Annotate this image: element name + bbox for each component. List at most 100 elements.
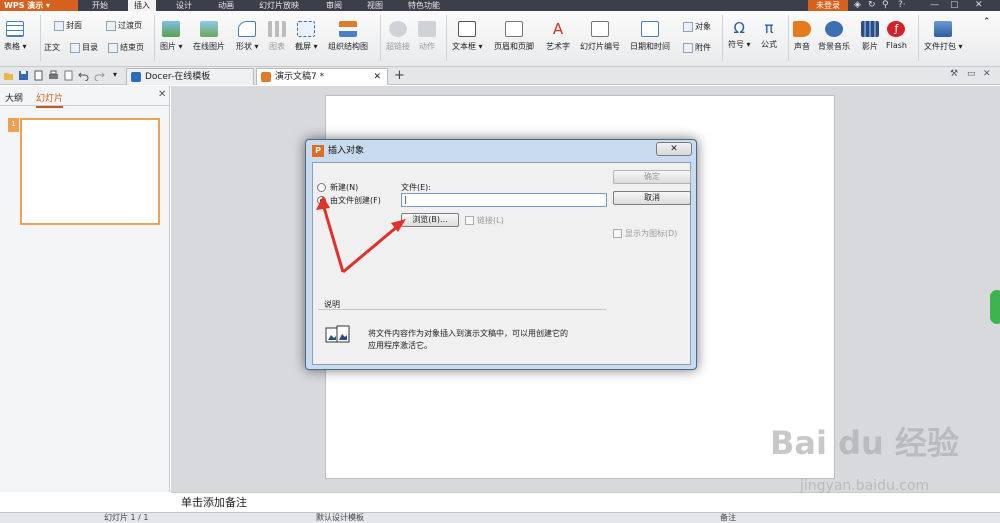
action-label: 动作 xyxy=(419,42,435,51)
tab-home[interactable]: 开始 xyxy=(92,0,108,11)
dialog-close-button[interactable]: ✕ xyxy=(656,142,692,156)
description-line-2: 应用程序激活它。 xyxy=(368,341,432,350)
wordart-icon: A xyxy=(552,20,564,38)
create-from-file-label[interactable]: 由文件创建(F) xyxy=(330,195,381,206)
undo-icon[interactable] xyxy=(78,70,89,81)
flash-button[interactable]: ƒ Flash xyxy=(886,21,907,50)
object-button[interactable]: 对象 xyxy=(683,21,711,32)
transition-icon xyxy=(106,20,116,31)
smartart-button[interactable]: 组织结构图 xyxy=(328,21,368,52)
close-tab-icon[interactable]: ✕ xyxy=(373,69,381,85)
symbol-button[interactable]: Ω 符号 ▾ xyxy=(728,19,751,50)
create-new-label[interactable]: 新建(N) xyxy=(330,182,358,193)
insert-object-dialog: P 插入对象 ✕ 新建(N) 由文件创建(F) 文件(E): | 浏览(B)..… xyxy=(305,139,697,370)
end-page-button[interactable]: 结束页 xyxy=(108,42,144,53)
tab-outline[interactable]: 大纲 xyxy=(5,91,23,104)
collapse-ribbon-icon[interactable]: ⌃ xyxy=(983,17,991,27)
embedded-object-icon xyxy=(325,325,350,343)
restore-icon[interactable]: ▢ xyxy=(950,0,959,11)
screenshot-label: 截屏 xyxy=(295,42,311,51)
slide-thumbnail[interactable] xyxy=(20,118,160,225)
action-button[interactable]: 动作 xyxy=(418,21,436,52)
end-label: 结束页 xyxy=(120,43,144,52)
help-icon[interactable]: ?· xyxy=(898,0,906,11)
radio-create-from-file[interactable] xyxy=(317,196,326,205)
skin-icon[interactable]: ◈ xyxy=(854,0,861,11)
music-icon xyxy=(825,21,843,37)
wordart-button[interactable]: A 艺术字 xyxy=(546,21,570,52)
slide-number-icon xyxy=(591,21,609,37)
tab-tools-icon[interactable]: ⚒ xyxy=(950,69,958,79)
close-app-icon[interactable]: ✕ xyxy=(975,0,983,11)
tab-special[interactable]: 特色功能 xyxy=(408,0,440,11)
hyperlink-button[interactable]: 超链接 xyxy=(386,21,410,52)
doc-tab-presentation[interactable]: 演示文稿7 * ✕ xyxy=(256,68,388,85)
header-footer-icon xyxy=(505,21,523,37)
film-icon xyxy=(861,21,879,37)
dialog-body: 新建(N) 由文件创建(F) 文件(E): | 浏览(B)... 链接(L) 确… xyxy=(312,162,691,365)
cover-icon xyxy=(54,20,64,31)
textbox-button[interactable]: 文本框 ▾ xyxy=(452,21,483,52)
tab-review[interactable]: 审阅 xyxy=(326,0,342,11)
tab-view[interactable]: 视图 xyxy=(367,0,383,11)
radio-create-new[interactable] xyxy=(317,183,326,192)
tab-close-icon[interactable]: ✕ xyxy=(983,69,991,79)
tab-animation[interactable]: 动画 xyxy=(218,0,234,11)
minimize-icon[interactable]: — xyxy=(930,0,939,11)
chart-button[interactable]: 图表 xyxy=(268,21,286,52)
doc-tab-label: Docer-在线模板 xyxy=(145,72,211,82)
attachment-button[interactable]: 附件 xyxy=(683,42,711,53)
open-icon[interactable] xyxy=(3,70,14,81)
display-as-icon-checkbox[interactable] xyxy=(613,229,622,238)
file-path-input[interactable]: | xyxy=(401,193,607,207)
status-bar: 幻灯片 1 / 1 默认设计模板 备注 xyxy=(0,512,1000,523)
redo-icon[interactable] xyxy=(94,70,105,81)
export-icon[interactable] xyxy=(63,70,74,81)
link-label: 链接(L) xyxy=(477,216,504,225)
slide-number-button[interactable]: 幻灯片编号 xyxy=(580,21,620,52)
link-checkbox[interactable] xyxy=(465,216,474,225)
app-menu-button[interactable]: WPS 演示 ▾ xyxy=(0,0,78,11)
side-helper-tab[interactable] xyxy=(990,290,1000,324)
notes-toggle[interactable]: 备注 xyxy=(720,513,736,523)
ok-button[interactable]: 确定 xyxy=(613,170,691,184)
symbol-label: 符号 xyxy=(728,40,744,49)
slide-number: 1 xyxy=(8,118,19,132)
datetime-button[interactable]: 日期和时间 xyxy=(630,21,670,52)
table-button[interactable]: 表格 ▾ xyxy=(4,21,27,52)
new-tab-icon[interactable]: + xyxy=(394,68,405,83)
tab-slides[interactable]: 幻灯片 xyxy=(36,91,64,108)
picture-button[interactable]: 图片 ▾ xyxy=(160,21,183,52)
package-button[interactable]: 文件打包 ▾ xyxy=(924,21,963,52)
tab-restore-icon[interactable]: ▭ xyxy=(967,69,976,79)
sound-button[interactable]: 声音 xyxy=(793,21,811,52)
close-pane-icon[interactable]: ✕ xyxy=(158,89,166,100)
formula-button[interactable]: π 公式 xyxy=(760,19,778,50)
attachment-icon xyxy=(683,42,693,53)
online-picture-button[interactable]: 在线图片 xyxy=(193,21,225,52)
transition-page-button[interactable]: 过渡页 xyxy=(106,20,142,31)
tab-design[interactable]: 设计 xyxy=(176,0,192,11)
print-preview-icon[interactable] xyxy=(33,70,44,81)
screenshot-button[interactable]: 截屏 ▾ xyxy=(295,21,318,52)
shape-button[interactable]: 形状 ▾ xyxy=(236,21,259,52)
pin-icon[interactable]: ⚲ xyxy=(882,0,889,11)
login-button[interactable]: 未登录 xyxy=(808,0,848,11)
header-footer-label: 页眉和页脚 xyxy=(494,42,534,51)
cover-button[interactable]: 封面 xyxy=(54,20,82,31)
tab-insert[interactable]: 插入 xyxy=(128,0,156,11)
toc-button[interactable]: 目录 xyxy=(70,42,98,53)
browse-button[interactable]: 浏览(B)... xyxy=(401,213,459,227)
body-page-button[interactable]: 正文 xyxy=(44,42,60,53)
print-icon[interactable] xyxy=(48,70,59,81)
background-music-button[interactable]: 背景音乐 xyxy=(818,21,850,52)
calendar-icon xyxy=(641,21,659,37)
cancel-button[interactable]: 取消 xyxy=(613,191,691,205)
doc-tab-docer[interactable]: Docer-在线模板 xyxy=(126,68,254,85)
header-footer-button[interactable]: 页眉和页脚 xyxy=(494,21,534,52)
save-icon[interactable] xyxy=(18,70,29,81)
customize-quick-access-icon[interactable]: ▾ xyxy=(113,70,124,81)
movie-button[interactable]: 影片 xyxy=(861,21,879,52)
sync-icon[interactable]: ↻ xyxy=(868,0,876,11)
tab-slideshow[interactable]: 幻灯片放映 xyxy=(259,0,299,11)
